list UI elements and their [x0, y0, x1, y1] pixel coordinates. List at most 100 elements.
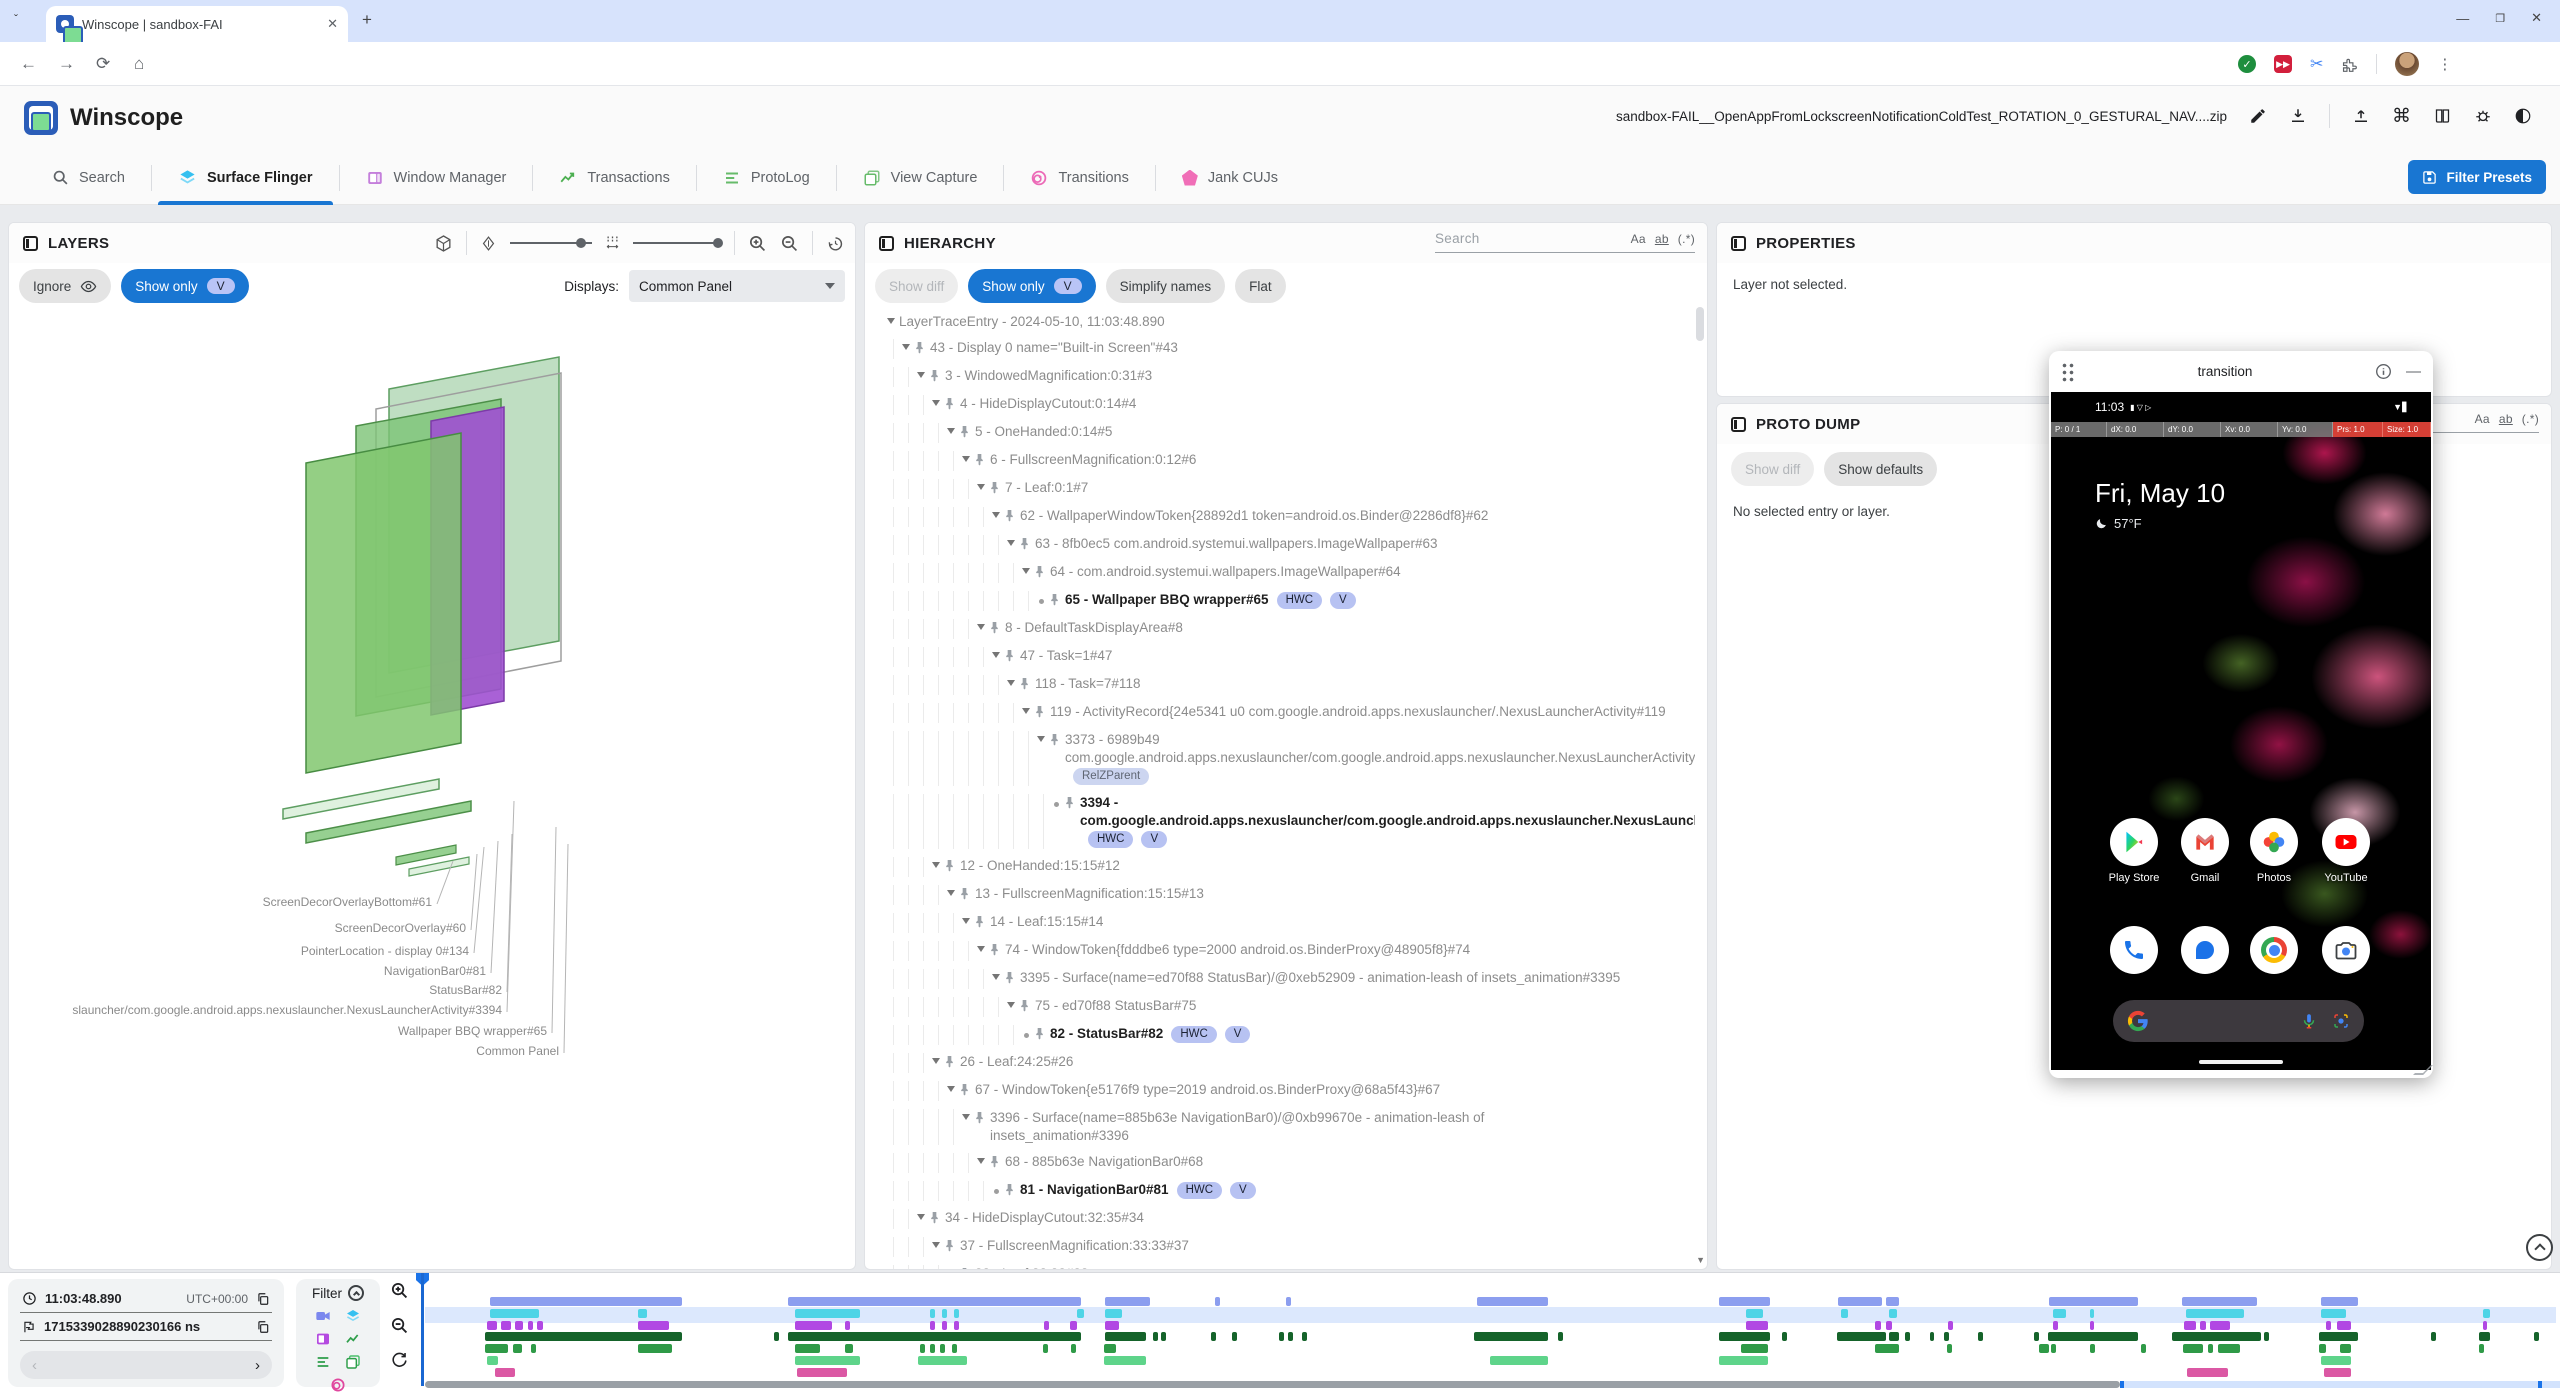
tree-node[interactable]: 118 - Task=7#118: [879, 671, 1695, 699]
pin-icon[interactable]: [1049, 593, 1065, 611]
tree-node-label[interactable]: 119 - ActivityRecord{24e5341 u0 com.goog…: [1050, 703, 1666, 721]
browser-tab[interactable]: Winscope | sandbox-FAI ✕: [46, 6, 348, 42]
pin-icon[interactable]: [1034, 1027, 1050, 1045]
timeline-event-protolog[interactable]: [1947, 1344, 1952, 1353]
timeline-event-transitions[interactable]: [797, 1368, 847, 1377]
match-word-icon[interactable]: ab: [1655, 232, 1669, 246]
download-icon[interactable]: [2289, 107, 2307, 125]
tree-node-label[interactable]: 65 - Wallpaper BBQ wrapper#65HWCV: [1065, 591, 1356, 610]
timeline-event-window-manager[interactable]: [1875, 1321, 1881, 1330]
pin-icon[interactable]: [989, 481, 1005, 499]
tree-node[interactable]: 26 - Leaf:24:25#26: [879, 1049, 1695, 1077]
regex-icon[interactable]: (.*): [2522, 412, 2539, 426]
timeline-event-screen-recording[interactable]: [1477, 1297, 1548, 1306]
tree-node[interactable]: 47 - Task=1#47: [879, 643, 1695, 671]
report-bug-icon[interactable]: [2474, 107, 2492, 125]
timeline-event-transactions[interactable]: [2534, 1332, 2539, 1341]
gmail-app-icon[interactable]: [2181, 818, 2229, 866]
play-store-app-icon[interactable]: [2110, 818, 2158, 866]
tree-node-label[interactable]: 62 - WallpaperWindowToken{28892d1 token=…: [1020, 507, 1488, 525]
tree-node-label[interactable]: 26 - Leaf:24:25#26: [960, 1053, 1073, 1071]
timeline-event-transactions[interactable]: [1905, 1332, 1910, 1341]
timeline-event-surface-flinger[interactable]: [1841, 1309, 1848, 1318]
timeline-zoom-out-icon[interactable]: [390, 1316, 409, 1335]
timeline-event-protolog[interactable]: [2218, 1344, 2240, 1353]
expand-arrow-icon[interactable]: [973, 624, 989, 630]
tree-node[interactable]: 7 - Leaf:0:1#7: [879, 475, 1695, 503]
timeline-event-window-manager[interactable]: [501, 1321, 511, 1330]
timeline-event-transactions[interactable]: [1558, 1332, 1563, 1341]
protolog-filter-icon[interactable]: [315, 1354, 331, 1370]
timeline-event-protolog[interactable]: [845, 1344, 853, 1353]
tree-node[interactable]: 82 - StatusBar#82HWCV: [879, 1021, 1695, 1049]
tree-node-label[interactable]: 43 - Display 0 name="Built-in Screen"#43: [930, 339, 1178, 357]
timeline-event-transactions[interactable]: [788, 1332, 1081, 1341]
timeline-event-transactions[interactable]: [2034, 1332, 2039, 1341]
tree-node-label[interactable]: 63 - 8fb0ec5 com.android.systemui.wallpa…: [1035, 535, 1437, 553]
timeline-event-window-manager[interactable]: [2053, 1321, 2058, 1330]
timestamp-value[interactable]: 11:03:48.890: [45, 1291, 122, 1306]
cube-3d-icon[interactable]: [434, 234, 453, 253]
timeline-event-surface-flinger[interactable]: [1746, 1309, 1763, 1318]
expand-arrow-icon[interactable]: [928, 1058, 944, 1064]
expand-arrow-icon[interactable]: [928, 400, 944, 406]
timeline-event-surface-flinger[interactable]: [638, 1309, 647, 1318]
expand-arrow-icon[interactable]: [943, 1086, 959, 1092]
tree-node[interactable]: 4 - HideDisplayCutout:0:14#4: [879, 391, 1695, 419]
tree-node[interactable]: 62 - WallpaperWindowToken{28892d1 token=…: [879, 503, 1695, 531]
transition-window-header[interactable]: transition —: [2049, 351, 2433, 392]
timeline-event-window-manager[interactable]: [1070, 1321, 1077, 1330]
pin-icon[interactable]: [1034, 565, 1050, 583]
extension-red-icon[interactable]: ▶▶: [2274, 55, 2292, 73]
pin-icon[interactable]: [959, 1083, 975, 1101]
expand-arrow-icon[interactable]: [988, 974, 1004, 980]
timeline-event-transactions[interactable]: [1944, 1332, 1949, 1341]
chrome-app-icon[interactable]: [2250, 926, 2298, 974]
hierarchy-scrollbar[interactable]: [1695, 307, 1705, 1249]
timeline-event-surface-flinger[interactable]: [2483, 1309, 2490, 1318]
leaf-dot-icon[interactable]: [1018, 1030, 1034, 1038]
timeline-event-transactions[interactable]: [1153, 1332, 1158, 1341]
timeline-event-screen-recording[interactable]: [2049, 1297, 2138, 1306]
timeline-event-surface-flinger[interactable]: [2090, 1309, 2094, 1318]
panel-collapse-icon[interactable]: [1731, 417, 1746, 432]
timeline-event-view-capture[interactable]: [1719, 1356, 1768, 1365]
expand-arrow-icon[interactable]: [958, 456, 974, 462]
timeline-event-protolog[interactable]: [485, 1344, 508, 1353]
timeline-event-window-manager[interactable]: [1886, 1321, 1892, 1330]
expand-arrow-icon[interactable]: [1033, 736, 1049, 742]
tree-node[interactable]: 81 - NavigationBar0#81HWCV: [879, 1177, 1695, 1205]
upload-icon[interactable]: [2352, 107, 2370, 125]
zoom-in-icon[interactable]: [748, 234, 767, 253]
tree-node[interactable]: 3 - WindowedMagnification:0:31#3: [879, 363, 1695, 391]
expand-arrow-icon[interactable]: [883, 318, 899, 324]
dark-mode-icon[interactable]: [2514, 107, 2532, 125]
timeline-event-screen-recording[interactable]: [1838, 1297, 1882, 1306]
expand-arrow-icon[interactable]: [988, 512, 1004, 518]
home-icon[interactable]: ⌂: [134, 54, 144, 74]
layer-label[interactable]: ScreenDecorOverlay#60: [335, 921, 466, 935]
pin-icon[interactable]: [914, 341, 930, 359]
camera-app-icon[interactable]: [2322, 926, 2370, 974]
timeline-event-transactions[interactable]: [1978, 1332, 1983, 1341]
timeline-event-transactions[interactable]: [2479, 1332, 2490, 1341]
tree-node[interactable]: 3395 - Surface(name=ed70f88 StatusBar)/@…: [879, 965, 1695, 993]
documentation-book-icon[interactable]: [2433, 107, 2452, 125]
timeline-event-transactions[interactable]: [2172, 1332, 2261, 1341]
timeline-event-protolog[interactable]: [930, 1344, 935, 1353]
timeline-event-view-capture[interactable]: [1104, 1356, 1146, 1365]
timeline-event-protolog[interactable]: [2051, 1344, 2056, 1353]
pin-icon[interactable]: [929, 369, 945, 387]
view-capture-filter-icon[interactable]: [345, 1354, 361, 1370]
copy-icon[interactable]: [256, 1292, 270, 1306]
timeline-event-window-manager[interactable]: [2210, 1321, 2230, 1330]
expand-arrow-icon[interactable]: [1003, 1002, 1019, 1008]
youtube-app-icon[interactable]: [2322, 818, 2370, 866]
tree-node-label[interactable]: 67 - WindowToken{e5176f9 type=2019 andro…: [975, 1081, 1440, 1099]
timestamp-row[interactable]: 11:03:48.890 UTC+00:00: [20, 1285, 272, 1313]
tree-node-label[interactable]: 12 - OneHanded:15:15#12: [960, 857, 1120, 875]
timeline-event-window-manager[interactable]: [1948, 1321, 1953, 1330]
ignore-button[interactable]: Ignore: [19, 269, 111, 303]
tree-node-label[interactable]: 3394 - com.google.android.apps.nexuslaun…: [1080, 794, 1695, 849]
tree-node[interactable]: 64 - com.android.systemui.wallpapers.Ima…: [879, 559, 1695, 587]
